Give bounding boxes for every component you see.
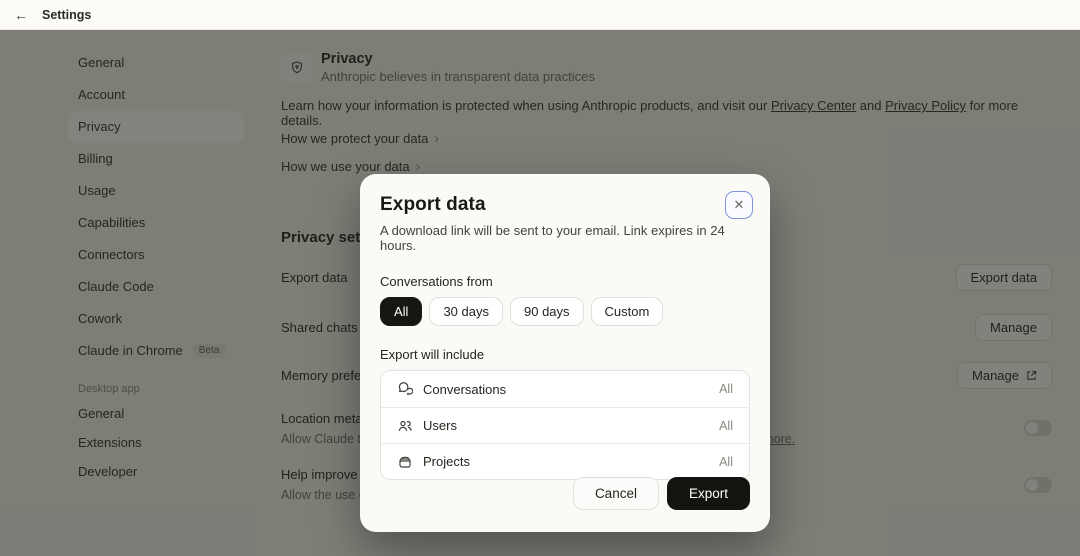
users-icon — [397, 418, 413, 434]
include-item-value: All — [719, 418, 733, 433]
conversations-from-label: Conversations from — [380, 274, 493, 289]
export-button[interactable]: Export — [666, 477, 750, 510]
close-icon[interactable]: ✕ — [725, 191, 753, 219]
include-row-conversations: Conversations All — [381, 371, 749, 407]
modal-title: Export data — [380, 194, 486, 215]
include-row-users: Users All — [381, 407, 749, 443]
conversations-icon — [397, 381, 413, 397]
cancel-button[interactable]: Cancel — [572, 477, 659, 510]
export-data-modal: Export data ✕ A download link will be se… — [360, 174, 770, 532]
range-option-30-days[interactable]: 30 days — [429, 297, 503, 326]
modal-footer: Cancel Export — [572, 477, 750, 510]
include-list: Conversations All Users All Projects All — [380, 370, 750, 480]
projects-icon — [397, 454, 413, 470]
include-item-label: Projects — [423, 454, 470, 469]
top-bar: ← Settings — [0, 0, 1080, 30]
include-row-projects: Projects All — [381, 443, 749, 479]
include-item-label: Conversations — [423, 381, 507, 397]
range-option-all[interactable]: All — [380, 297, 423, 326]
modal-subtitle: A download link will be sent to your ema… — [380, 223, 725, 253]
range-option-90-days[interactable]: 90 days — [510, 297, 584, 326]
include-item-label: Users — [423, 418, 457, 433]
back-icon[interactable]: ← — [14, 7, 28, 23]
include-item-value: All — [719, 454, 733, 469]
date-range-options: All 30 days 90 days Custom — [380, 297, 750, 326]
export-will-include-label: Export will include — [380, 347, 485, 362]
include-item-value: All — [719, 382, 733, 396]
range-option-custom[interactable]: Custom — [590, 297, 664, 326]
page-title: Settings — [42, 7, 92, 22]
